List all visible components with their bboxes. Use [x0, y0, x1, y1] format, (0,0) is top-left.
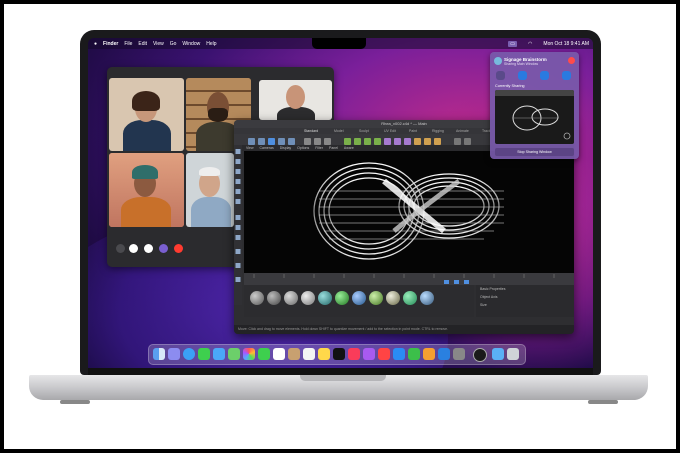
sharing-subtitle: Sharing Main Window — [504, 62, 539, 66]
attr-row[interactable]: Object Axis — [476, 293, 574, 301]
left-toolbar[interactable] — [234, 145, 242, 305]
contacts-icon[interactable] — [288, 348, 300, 360]
numbers-icon[interactable] — [408, 348, 420, 360]
messages-icon[interactable] — [198, 348, 210, 360]
ribbon-sculpture — [313, 162, 504, 260]
participant-hair — [132, 91, 160, 111]
music-icon[interactable] — [348, 348, 360, 360]
participant-tile[interactable] — [109, 153, 184, 227]
screen-share-button[interactable] — [562, 71, 571, 80]
dock — [148, 344, 526, 365]
notes-icon[interactable] — [318, 348, 330, 360]
menu-item-file[interactable]: File — [124, 41, 132, 47]
trash-icon[interactable] — [507, 348, 519, 360]
laptop-foot — [60, 400, 90, 404]
left-tool-icons[interactable] — [234, 145, 242, 305]
participant-body — [123, 120, 171, 151]
facetime-group-icon — [494, 57, 502, 65]
material-swatch[interactable] — [352, 291, 366, 305]
close-icon[interactable] — [568, 57, 575, 64]
laptop-opening-lip — [300, 375, 386, 381]
laptop-chin — [88, 368, 593, 375]
downloads-folder-icon[interactable] — [492, 348, 504, 360]
end-call-button[interactable] — [174, 244, 183, 253]
participant-beard — [208, 108, 228, 122]
reminders-icon[interactable] — [303, 348, 315, 360]
shareplay-button[interactable] — [159, 244, 168, 253]
message-button[interactable] — [496, 71, 505, 80]
timeline[interactable] — [244, 273, 574, 285]
pages-icon[interactable] — [423, 348, 435, 360]
participant-body — [191, 197, 231, 227]
calendar-icon[interactable] — [273, 348, 285, 360]
vp-menu-aware[interactable]: Aware — [344, 146, 354, 150]
material-swatch[interactable] — [318, 291, 332, 305]
keynote-icon[interactable] — [438, 348, 450, 360]
app-store-icon[interactable] — [393, 348, 405, 360]
menu-item-help[interactable]: Help — [206, 41, 216, 47]
video-button[interactable] — [540, 71, 549, 80]
menu-item-edit[interactable]: Edit — [138, 41, 147, 47]
material-swatch[interactable] — [386, 291, 400, 305]
cinema4d-icon[interactable] — [473, 348, 487, 362]
wifi-icon[interactable]: ◠ — [528, 41, 532, 47]
menu-item-view[interactable]: View — [153, 41, 164, 47]
system-preferences-icon[interactable] — [453, 348, 465, 360]
tv-icon[interactable] — [333, 348, 345, 360]
desktop-screen: ● Finder File Edit View Go Window Help ▭… — [88, 38, 593, 368]
podcasts-icon[interactable] — [363, 348, 375, 360]
facetime-icon[interactable] — [258, 348, 270, 360]
participant-tile[interactable] — [186, 153, 234, 227]
apple-menu-icon[interactable]: ● — [94, 41, 97, 47]
mic-button[interactable] — [129, 244, 138, 253]
sharing-preview — [495, 90, 574, 144]
vp-menu-panel[interactable]: Panel — [329, 146, 338, 150]
menu-item-finder[interactable]: Finder — [103, 41, 118, 47]
photos-icon[interactable] — [243, 348, 255, 360]
laptop-foot — [588, 400, 618, 404]
mic-button[interactable] — [518, 71, 527, 80]
vp-menu-display[interactable]: Display — [280, 146, 291, 150]
participant-tile[interactable] — [109, 78, 184, 151]
screen-share-icon[interactable]: ▭ — [508, 40, 518, 47]
participant-tile[interactable] — [259, 80, 332, 120]
material-swatch[interactable] — [301, 291, 315, 305]
launchpad-icon[interactable] — [168, 348, 180, 360]
screen-sharing-panel[interactable]: Signage Brainstorm Sharing Main Window C… — [490, 52, 579, 159]
attr-row[interactable]: Basic Properties — [476, 285, 574, 293]
material-swatch[interactable] — [284, 291, 298, 305]
vp-menu-filter[interactable]: Filter — [315, 146, 323, 150]
camera-notch — [312, 38, 366, 49]
menu-item-window[interactable]: Window — [182, 41, 200, 47]
material-swatch[interactable] — [335, 291, 349, 305]
attributes-panel[interactable]: Basic Properties Object Axis Size — [476, 285, 574, 317]
mail-icon[interactable] — [213, 348, 225, 360]
material-swatch[interactable] — [420, 291, 434, 305]
clock[interactable]: Mon Oct 18 9:41 AM — [543, 41, 589, 47]
finder-icon[interactable] — [153, 348, 165, 360]
3d-viewport[interactable] — [244, 151, 574, 273]
material-swatch[interactable] — [403, 291, 417, 305]
sidebar-icon[interactable] — [116, 244, 125, 253]
material-swatch[interactable] — [267, 291, 281, 305]
menu-item-go[interactable]: Go — [170, 41, 177, 47]
participant-head — [286, 85, 305, 109]
preview-thumbnail — [495, 90, 574, 140]
news-icon[interactable] — [378, 348, 390, 360]
safari-icon[interactable] — [183, 348, 195, 360]
stop-sharing-button[interactable]: Stop Sharing Window — [495, 148, 574, 156]
currently-sharing-label: Currently Sharing — [495, 84, 525, 88]
vp-menu-view[interactable]: View — [246, 146, 254, 150]
maps-icon[interactable] — [228, 348, 240, 360]
vp-menu-cameras[interactable]: Cameras — [260, 146, 274, 150]
participant-beanie — [132, 165, 158, 179]
camera-button[interactable] — [144, 244, 153, 253]
vp-menu-options[interactable]: Options — [297, 146, 309, 150]
attr-row[interactable]: Size — [476, 301, 574, 309]
material-swatch[interactable] — [250, 291, 264, 305]
participant-hair — [199, 167, 220, 176]
participant-body — [121, 197, 171, 227]
material-swatch[interactable] — [369, 291, 383, 305]
status-bar: Move: Click and drag to move elements. H… — [234, 325, 574, 334]
